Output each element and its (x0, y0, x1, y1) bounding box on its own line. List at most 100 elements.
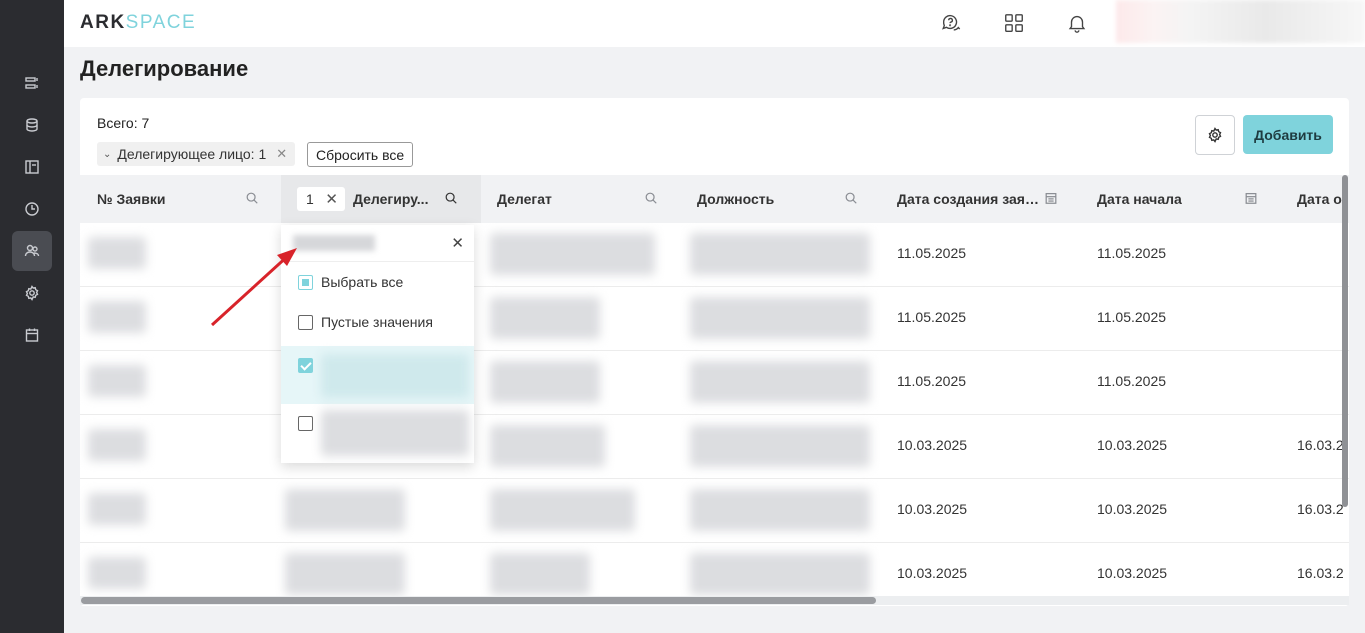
end-date-cell: 16.03.2 (1297, 437, 1344, 453)
filter-option[interactable] (281, 346, 474, 404)
filter-search-input[interactable]: ✕ (281, 225, 474, 262)
created-date-cell: 11.05.2025 (897, 373, 967, 389)
horizontal-scrollbar[interactable] (81, 597, 876, 604)
search-icon[interactable] (444, 191, 460, 207)
start-date-cell: 11.05.2025 (1097, 309, 1167, 325)
checkbox[interactable] (298, 416, 313, 431)
search-icon[interactable] (245, 191, 261, 207)
topbar: ARKSPACE (64, 0, 1365, 47)
chevron-down-icon: ⌄ (103, 148, 112, 160)
position-cell (690, 361, 870, 403)
apps-grid-icon (1005, 14, 1023, 32)
apps-grid-button[interactable] (1002, 11, 1026, 35)
delegate-cell (490, 233, 655, 275)
calendar-icon (25, 328, 39, 342)
vertical-scrollbar[interactable] (1342, 175, 1348, 507)
add-button[interactable]: Добавить (1243, 115, 1333, 154)
sidebar-item-database[interactable] (12, 105, 52, 145)
table-settings-button[interactable] (1195, 115, 1235, 155)
annotation-arrow (210, 248, 297, 327)
sidebar-item-layout[interactable] (12, 147, 52, 187)
clock-icon (25, 202, 39, 216)
option-label-blurred (321, 410, 469, 456)
table-card: Всего: 7 ⌄ Делегирующее лицо: 1 ✕ Сброси… (80, 98, 1349, 606)
start-date-cell: 11.05.2025 (1097, 245, 1167, 261)
column-label: Дата создания заяв... (897, 191, 1040, 207)
search-icon[interactable] (844, 191, 860, 207)
column-label: Делегиру... (353, 191, 429, 207)
logo[interactable]: ARKSPACE (80, 12, 196, 34)
created-date-cell: 11.05.2025 (897, 309, 967, 325)
sidebar (0, 0, 64, 633)
delegate-cell (490, 553, 590, 595)
request-no-cell (88, 557, 146, 589)
end-date-cell: 16.03.2 (1297, 565, 1344, 581)
notifications-button[interactable] (1065, 11, 1089, 35)
column-header-start-date[interactable]: Дата начала (1081, 175, 1281, 223)
column-header-created-date[interactable]: Дата создания заяв... (881, 175, 1081, 223)
end-date-cell: 16.03.2 (1297, 501, 1344, 517)
start-date-cell: 10.03.2025 (1097, 565, 1168, 581)
calendar-icon[interactable] (1044, 191, 1060, 207)
database-icon (26, 118, 38, 132)
column-header-position[interactable]: Должность (681, 175, 881, 223)
created-date-cell: 10.03.2025 (897, 501, 968, 517)
total-count: Всего: 7 (97, 115, 150, 131)
close-icon[interactable]: ✕ (451, 234, 464, 252)
column-label: № Заявки (97, 191, 166, 207)
sidebar-item-calendar[interactable] (12, 315, 52, 355)
sidebar-item-delegation[interactable] (12, 231, 52, 271)
table-row[interactable]: 10.03.2025 10.03.2025 16.03.2 (80, 415, 1349, 479)
select-all-option[interactable]: Выбрать все (281, 262, 474, 302)
column-header-end-date[interactable]: Дата о (1281, 175, 1349, 223)
logo-ark: ARK (80, 12, 126, 33)
logo-space: SPACE (125, 12, 197, 33)
sidebar-item-history[interactable] (12, 189, 52, 229)
table-row[interactable]: 11.05.2025 11.05.2025 (80, 351, 1349, 415)
reset-all-button[interactable]: Сбросить все (307, 142, 414, 167)
help-chat-icon (942, 14, 961, 31)
search-icon[interactable] (644, 191, 660, 207)
delegate-cell (490, 489, 635, 531)
filter-count-badge[interactable]: 1 ✕ (297, 187, 345, 211)
empty-values-option[interactable]: Пустые значения (281, 302, 474, 342)
request-no-cell (88, 493, 146, 525)
delegate-cell (490, 361, 600, 403)
filter-count: 1 (306, 191, 314, 207)
help-chat-button[interactable] (939, 11, 963, 35)
created-date-cell: 10.03.2025 (897, 565, 968, 581)
created-date-cell: 11.05.2025 (897, 245, 967, 261)
sidebar-item-settings[interactable] (12, 273, 52, 313)
delegate-cell (490, 297, 600, 339)
list-icon (25, 77, 38, 89)
column-label: Дата начала (1097, 191, 1182, 207)
calendar-icon[interactable] (1244, 191, 1260, 207)
start-date-cell: 10.03.2025 (1097, 437, 1168, 453)
column-label: Дата о (1297, 191, 1342, 207)
close-icon[interactable]: ✕ (325, 190, 338, 208)
delegate-cell (490, 425, 605, 467)
column-label: Должность (697, 191, 775, 207)
page-title: Делегирование (80, 56, 249, 81)
filter-option[interactable] (281, 404, 474, 462)
sidebar-item-list[interactable] (12, 63, 52, 103)
column-header-delegator[interactable]: 1 ✕ Делегиру... (281, 175, 481, 223)
position-cell (690, 297, 870, 339)
users-icon (24, 244, 40, 257)
position-cell (690, 425, 870, 467)
user-profile[interactable] (1116, 0, 1365, 43)
option-label-blurred (321, 354, 469, 398)
layout-icon (25, 160, 39, 174)
bell-icon (1068, 15, 1086, 33)
table-header: № Заявки 1 ✕ Делегиру... Делегат Должност… (80, 175, 1349, 223)
checkbox[interactable] (298, 358, 313, 373)
filter-chip-label: Делегирующее лицо: 1 (117, 146, 267, 162)
delegator-cell (285, 553, 405, 595)
filter-chip[interactable]: ⌄ Делегирующее лицо: 1 ✕ (97, 142, 296, 166)
column-header-request-no[interactable]: № Заявки (80, 175, 280, 223)
table-row[interactable]: 10.03.2025 10.03.2025 16.03.2 (80, 479, 1349, 543)
gear-icon (1208, 127, 1222, 143)
position-cell (690, 489, 870, 531)
column-header-delegate[interactable]: Делегат (481, 175, 681, 223)
close-icon[interactable]: ✕ (276, 146, 287, 162)
